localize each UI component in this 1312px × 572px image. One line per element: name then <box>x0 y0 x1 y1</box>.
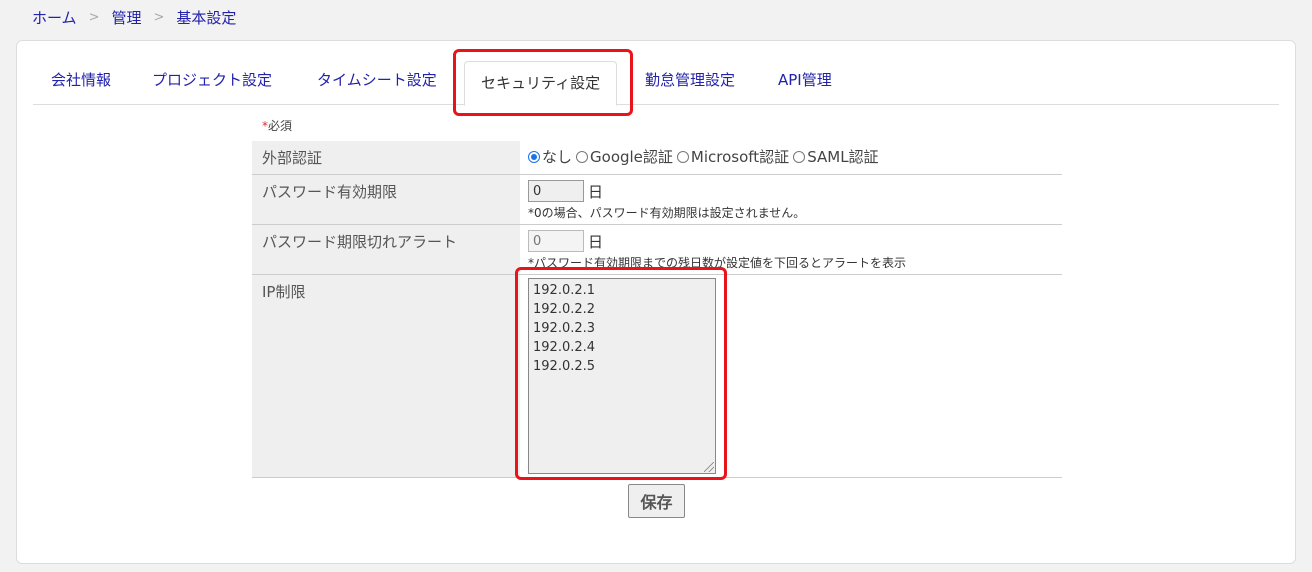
ip-restriction-value: 192.0.2.1 192.0.2.2 192.0.2.3 192.0.2.4 … <box>520 274 1062 478</box>
breadcrumb: ホーム > 管理 > 基本設定 <box>32 7 236 28</box>
password-expiry-note: *0の場合、パスワード有効期限は設定されません。 <box>528 206 806 220</box>
breadcrumb-admin[interactable]: 管理 <box>111 7 141 28</box>
tab-security-settings[interactable]: セキュリティ設定 <box>464 61 618 106</box>
row-password-alert: パスワード期限切れアラート 日 *パスワード有効期限までの残日数が設定値を下回る… <box>252 224 1062 275</box>
external-auth-value: なし Google認証 Microsoft認証 SAML認証 <box>520 141 1062 175</box>
security-form-table: 外部認証 なし Google認証 Microsoft認証 SAML認証 パスワー… <box>252 141 1062 478</box>
password-expiry-unit: 日 <box>588 182 604 201</box>
radio-google[interactable]: Google認証 <box>576 146 673 167</box>
ip-restriction-text: 192.0.2.1 192.0.2.2 192.0.2.3 192.0.2.4 … <box>533 283 596 374</box>
radio-saml-label: SAML認証 <box>807 148 879 166</box>
radio-none[interactable]: なし <box>528 146 572 167</box>
password-expiry-input[interactable] <box>528 180 584 202</box>
row-password-expiry: パスワード有効期限 日 *0の場合、パスワード有効期限は設定されません。 <box>252 174 1062 225</box>
ip-restriction-label: IP制限 <box>252 274 520 478</box>
ip-restriction-textarea[interactable]: 192.0.2.1 192.0.2.2 192.0.2.3 192.0.2.4 … <box>528 278 716 474</box>
resize-grip-icon[interactable] <box>704 462 714 472</box>
password-alert-label: パスワード期限切れアラート <box>252 224 520 275</box>
radio-none-control[interactable] <box>528 150 540 163</box>
row-external-auth: 外部認証 なし Google認証 Microsoft認証 SAML認証 <box>252 141 1062 175</box>
password-alert-note: *パスワード有効期限までの残日数が設定値を下回るとアラートを表示 <box>528 256 907 270</box>
tab-project-settings[interactable]: プロジェクト設定 <box>152 69 272 90</box>
tab-company-info[interactable]: 会社情報 <box>51 69 111 90</box>
radio-microsoft-control[interactable] <box>676 150 689 163</box>
required-label: 必須 <box>268 119 293 133</box>
breadcrumb-separator: > <box>88 10 100 25</box>
radio-saml[interactable]: SAML認証 <box>793 146 879 167</box>
password-alert-value: 日 *パスワード有効期限までの残日数が設定値を下回るとアラートを表示 <box>520 224 1062 275</box>
tab-bar: 会社情報 プロジェクト設定 タイムシート設定 セキュリティ設定 勤怠管理設定 A… <box>33 53 1279 106</box>
password-alert-unit: 日 <box>588 232 604 251</box>
tab-api-management[interactable]: API管理 <box>778 69 832 90</box>
radio-google-control[interactable] <box>576 150 589 163</box>
password-alert-input[interactable] <box>528 230 584 252</box>
radio-saml-control[interactable] <box>793 150 806 163</box>
tab-timesheet-settings[interactable]: タイムシート設定 <box>317 69 437 90</box>
row-ip-restriction: IP制限 192.0.2.1 192.0.2.2 192.0.2.3 192.0… <box>252 274 1062 478</box>
breadcrumb-basic-settings[interactable]: 基本設定 <box>176 7 236 28</box>
tab-attendance-settings[interactable]: 勤怠管理設定 <box>645 69 735 90</box>
radio-google-label: Google認証 <box>590 148 673 166</box>
external-auth-label: 外部認証 <box>252 141 520 175</box>
settings-panel: 会社情報 プロジェクト設定 タイムシート設定 セキュリティ設定 勤怠管理設定 A… <box>16 40 1296 564</box>
external-auth-radios: なし Google認証 Microsoft認証 SAML認証 <box>528 146 1054 167</box>
breadcrumb-home[interactable]: ホーム <box>32 7 77 28</box>
radio-microsoft[interactable]: Microsoft認証 <box>676 146 790 167</box>
password-expiry-value: 日 *0の場合、パスワード有効期限は設定されません。 <box>520 174 1062 225</box>
password-expiry-label: パスワード有効期限 <box>252 174 520 225</box>
breadcrumb-separator: > <box>153 10 165 25</box>
required-note: *必須 <box>262 117 292 134</box>
radio-microsoft-label: Microsoft認証 <box>690 148 790 166</box>
radio-none-label: なし <box>542 148 573 166</box>
save-button[interactable]: 保存 <box>628 484 685 518</box>
